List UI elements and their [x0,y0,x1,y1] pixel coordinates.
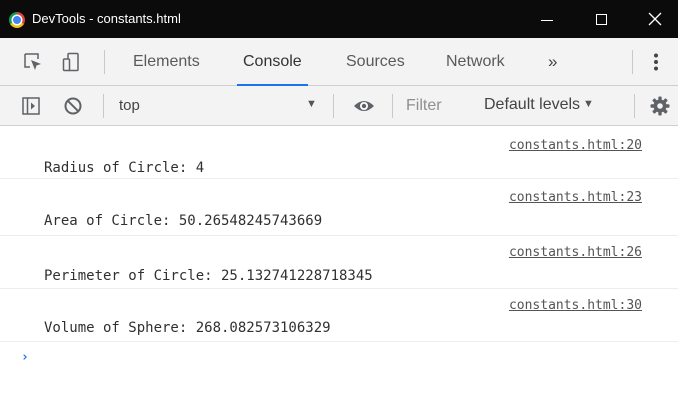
console-message: constants.html:26 Perimeter of Circle: 2… [0,236,678,289]
device-toolbar-icon[interactable] [62,52,82,72]
window-title: DevTools - constants.html [32,11,181,26]
toolbar-divider [333,94,334,118]
message-source-link[interactable]: constants.html:26 [509,245,642,260]
message-source-link[interactable]: constants.html:20 [509,138,642,153]
devtools-tab-toolbar: Elements Console Sources Network » [0,38,678,86]
message-source-link[interactable]: constants.html:30 [509,298,642,313]
toolbar-divider [634,94,635,118]
clear-console-icon[interactable] [63,96,83,116]
log-levels-dropdown[interactable]: Default levels ▼ [484,96,594,114]
message-text: Perimeter of Circle: 25.132741228718345 [44,268,373,284]
close-button[interactable] [628,0,678,38]
maximize-button[interactable] [574,0,628,38]
filter-input[interactable] [396,93,466,119]
toolbar-divider [632,50,633,74]
tab-elements[interactable]: Elements [133,38,200,86]
sidebar-toggle-icon[interactable] [22,97,40,115]
message-text: Volume of Sphere: 268.082573106329 [44,320,331,336]
more-tabs-icon[interactable]: » [548,38,557,86]
console-message: constants.html:23 Area of Circle: 50.265… [0,179,678,236]
inspect-element-icon[interactable] [23,52,43,72]
console-output: constants.html:20 Radius of Circle: 4 co… [0,126,678,415]
minimize-button[interactable] [520,0,574,38]
context-label: top [119,97,140,114]
maximize-icon [595,13,607,25]
toolbar-divider [392,94,393,118]
close-icon [648,12,662,26]
settings-gear-icon[interactable] [650,96,670,116]
kebab-menu-icon[interactable] [652,52,660,72]
console-message: constants.html:30 Volume of Sphere: 268.… [0,289,678,342]
chevron-down-icon: ▼ [583,98,594,110]
tab-network[interactable]: Network [446,38,505,86]
message-text: Area of Circle: 50.26548245743669 [44,213,323,229]
console-message: constants.html:20 Radius of Circle: 4 [0,126,678,179]
message-source-link[interactable]: constants.html:23 [509,190,642,205]
tab-console[interactable]: Console [237,38,308,86]
chevron-down-icon: ▼ [306,98,317,110]
log-levels-label: Default levels [484,96,581,113]
execution-context-select[interactable]: top ▼ [103,86,333,126]
window-titlebar: DevTools - constants.html [0,0,678,38]
tab-sources[interactable]: Sources [346,38,405,86]
eye-icon[interactable] [353,98,375,114]
toolbar-divider [104,50,105,74]
minimize-icon [541,19,553,21]
console-toolbar: top ▼ Default levels▼ [0,86,678,126]
browser-app-icon [9,12,25,28]
message-text: Radius of Circle: 4 [44,160,205,176]
prompt-chevron-icon[interactable]: › [21,350,29,365]
